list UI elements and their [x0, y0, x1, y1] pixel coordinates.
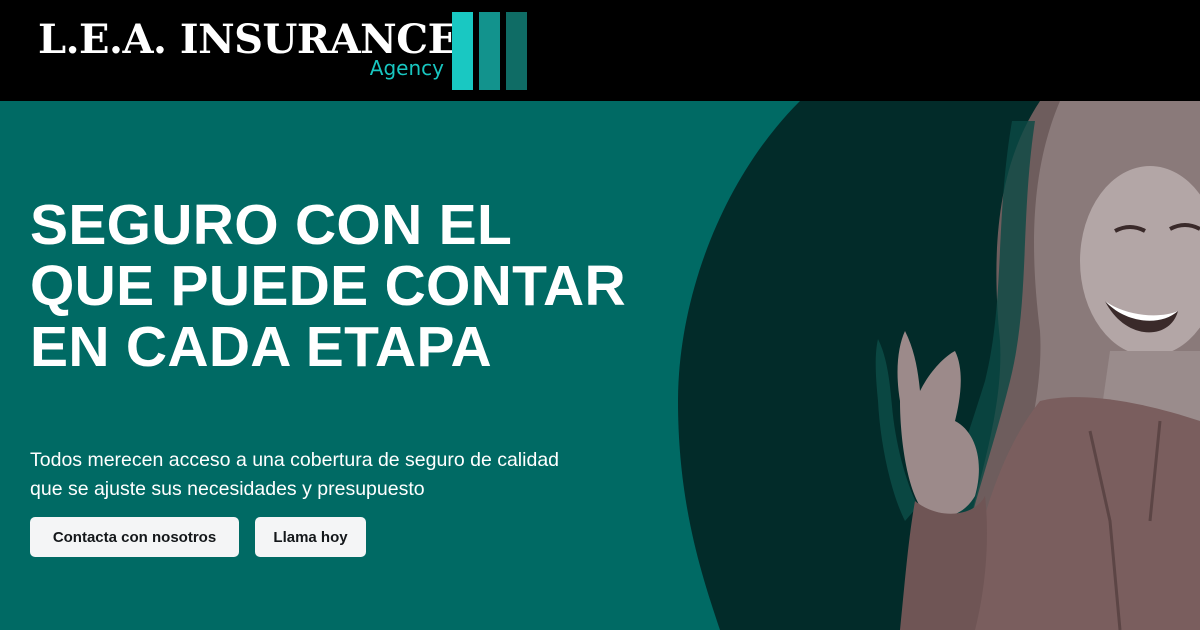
- logo-bar: [506, 12, 527, 90]
- logo-bar: [479, 12, 500, 90]
- hero-subtitle: Todos merecen acceso a una cobertura de …: [30, 449, 560, 500]
- company-logo[interactable]: L.E.A. INSURANCE Agency: [38, 10, 538, 92]
- hero-title: SEGURO CON EL QUE PUEDE CONTAR EN CADA E…: [30, 193, 626, 379]
- site-header: L.E.A. INSURANCE Agency: [0, 0, 1200, 101]
- logo-bar: [452, 12, 473, 90]
- landing-page: L.E.A. INSURANCE Agency SEGURO CON EL QU…: [0, 0, 1200, 630]
- logo-subtitle: Agency: [369, 56, 444, 80]
- contact-us-button[interactable]: Contacta con nosotros: [30, 517, 239, 557]
- hero-section: SEGURO CON EL QUE PUEDE CONTAR EN CADA E…: [0, 101, 1200, 630]
- logo-bars-icon: [452, 12, 528, 90]
- call-today-button[interactable]: Llama hoy: [255, 517, 366, 557]
